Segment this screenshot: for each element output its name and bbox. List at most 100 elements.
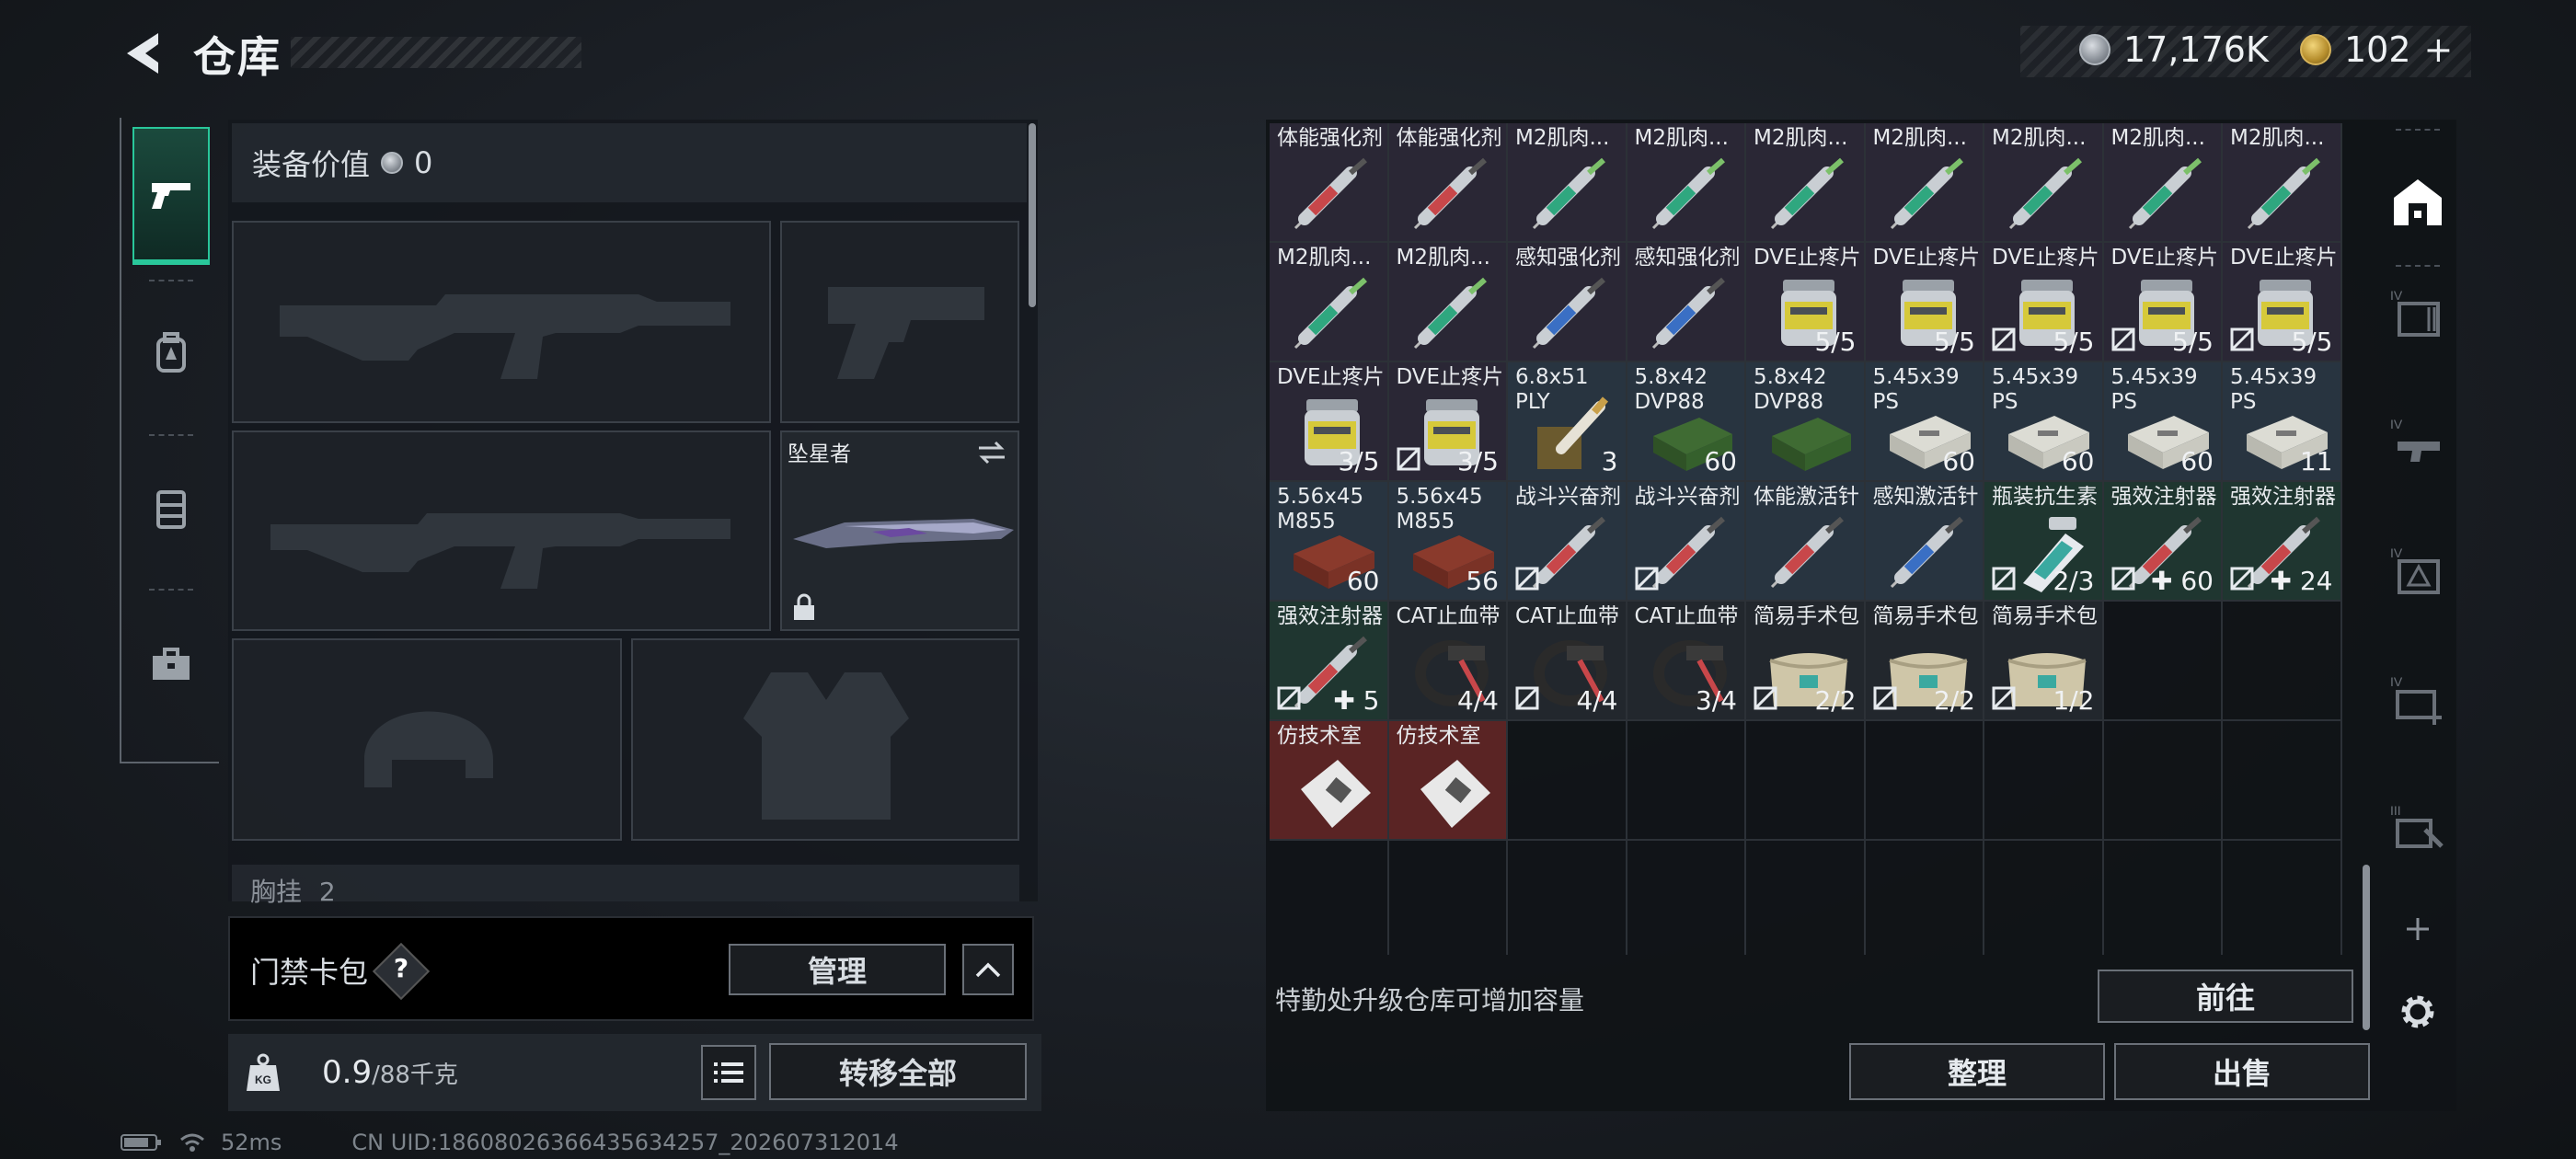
stash-item[interactable]: 简易手术包 2/2	[1746, 602, 1866, 721]
stash-item[interactable]: 感知强化剂	[1627, 243, 1746, 362]
melee-slot[interactable]: 坠星者	[780, 430, 1019, 631]
settings-button[interactable]	[2381, 975, 2455, 1049]
stash-item[interactable]: M2肌肉...	[1746, 123, 1866, 243]
equipment-value: 0	[414, 145, 433, 180]
item-name: M2肌肉...	[1992, 127, 2087, 150]
add-gold-button[interactable]: +	[2424, 29, 2454, 70]
stash-item[interactable]: 简易手术包 1/2	[1984, 602, 2104, 721]
locked-icon	[1635, 567, 1658, 591]
primary-weapon-slot-2[interactable]	[232, 430, 771, 631]
stash-item[interactable]: M2肌肉...	[1984, 123, 2104, 243]
stash-item[interactable]: 感知激活针	[1865, 482, 1984, 602]
armor-slot[interactable]	[631, 638, 1019, 841]
stash-item[interactable]: 感知强化剂	[1508, 243, 1627, 362]
stash-item[interactable]: 6.8x51 PLY 3	[1508, 362, 1627, 482]
loadout-scrollbar[interactable]	[1029, 123, 1036, 307]
swap-icon[interactable]	[975, 440, 1008, 465]
help-mark: ?	[393, 953, 409, 983]
stash-empty-slot	[1508, 721, 1627, 841]
syringe-blue-icon	[1651, 277, 1725, 350]
stash-item[interactable]: DVE止疼片 5/5	[1865, 243, 1984, 362]
tab-tier3-tools[interactable]: III	[2381, 791, 2455, 865]
stash-item[interactable]: DVE止疼片 5/5	[1984, 243, 2104, 362]
item-variant: M855	[1277, 510, 1336, 534]
tier-weapons-icon: IV	[2390, 288, 2440, 337]
stash-item[interactable]: DVE止疼片 5/5	[2103, 243, 2223, 362]
tab-tier4-gear[interactable]: IV	[2381, 405, 2455, 478]
stash-item[interactable]: 简易手术包 2/2	[1865, 602, 1984, 721]
tab-stash-main[interactable]	[2381, 166, 2455, 239]
stash-item[interactable]: 瓶装抗生素 2/3	[1984, 482, 2104, 602]
equipment-value-label: 装备价值	[252, 147, 371, 182]
tab-tier4-medical[interactable]: IV	[2381, 662, 2455, 736]
secondary-weapon-slot[interactable]	[780, 221, 1019, 423]
gold-amount: 102	[2344, 29, 2411, 70]
stash-scrollbar[interactable]	[2363, 865, 2370, 1030]
add-category-button[interactable]	[2381, 892, 2455, 966]
user-uid: CN UID:18608026366435634257_202607312014	[351, 1130, 899, 1155]
stash-item[interactable]: DVE止疼片 3/5	[1270, 362, 1389, 482]
primary-weapon-slot[interactable]	[232, 221, 771, 423]
stash-item[interactable]: 强效注射器 ✚ 60	[2103, 482, 2223, 602]
locked-icon	[1873, 686, 1896, 710]
item-count: 1/2	[2053, 685, 2095, 716]
item-name: DVE止疼片	[1992, 247, 2099, 270]
stash-item[interactable]: CAT止血带 4/4	[1388, 602, 1508, 721]
goto-button[interactable]: 前往	[2098, 970, 2353, 1023]
stash-item[interactable]: M2肌肉...	[1627, 123, 1746, 243]
stash-item[interactable]: DVE止疼片 5/5	[1746, 243, 1866, 362]
tab-backpack[interactable]	[132, 283, 210, 421]
stash-item[interactable]: M2肌肉...	[1270, 243, 1389, 362]
stash-item[interactable]: 体能强化剂	[1270, 123, 1389, 243]
stash-item[interactable]: 仿技术室	[1388, 721, 1508, 841]
stash-item[interactable]: 5.56x45 M855 56	[1388, 482, 1508, 602]
stash-item[interactable]: 强效注射器 ✚ 5	[1270, 602, 1389, 721]
vest-silhouette-icon	[743, 672, 909, 820]
item-name: 5.8x42	[1634, 366, 1708, 389]
tab-chest-rig[interactable]	[132, 440, 210, 578]
stash-item[interactable]: 强效注射器 ✚ 24	[2223, 482, 2342, 602]
sort-button[interactable]: 整理	[1849, 1043, 2105, 1100]
back-button[interactable]	[118, 26, 173, 81]
locked-icon	[2111, 327, 2134, 351]
stash-item[interactable]: 5.45x39 PS 60	[2103, 362, 2223, 482]
stash-item[interactable]: 5.45x39 PS 60	[1865, 362, 1984, 482]
stash-item[interactable]: 5.56x45 M855 60	[1270, 482, 1389, 602]
stash-item[interactable]: 5.45x39 PS 11	[2223, 362, 2342, 482]
stash-item[interactable]: CAT止血带 3/4	[1627, 602, 1746, 721]
stash-item[interactable]: 5.8x42 DVP88 60	[1627, 362, 1746, 482]
tab-case[interactable]	[132, 596, 210, 734]
stash-item[interactable]: DVE止疼片 3/5	[1388, 362, 1508, 482]
list-view-button[interactable]	[701, 1045, 756, 1100]
locked-icon	[1277, 686, 1301, 710]
gold-currency[interactable]: 102 +	[2300, 29, 2453, 70]
stash-item[interactable]: 战斗兴奋剂	[1627, 482, 1746, 602]
tab-tier4-weapons[interactable]: IV	[2381, 276, 2455, 350]
stash-item[interactable]: CAT止血带 4/4	[1508, 602, 1627, 721]
stash-item[interactable]: 战斗兴奋剂	[1508, 482, 1627, 602]
stash-item[interactable]: 体能强化剂	[1388, 123, 1508, 243]
stash-item[interactable]: M2肌肉...	[2223, 123, 2342, 243]
stash-item[interactable]: DVE止疼片 5/5	[2223, 243, 2342, 362]
stash-item[interactable]: M2肌肉...	[1508, 123, 1627, 243]
back-arrow-icon	[127, 33, 158, 74]
expand-button[interactable]	[962, 944, 1014, 995]
stash-item[interactable]: M2肌肉...	[2103, 123, 2223, 243]
stash-item[interactable]: M2肌肉...	[1388, 243, 1508, 362]
stash-item[interactable]: 5.45x39 PS 60	[1984, 362, 2104, 482]
tab-weapons[interactable]	[132, 127, 210, 265]
transfer-all-button[interactable]: 转移全部	[769, 1043, 1027, 1100]
helmet-slot[interactable]	[232, 638, 622, 841]
stash-item[interactable]: 5.8x42 DVP88	[1746, 362, 1866, 482]
chest-rig-row[interactable]: 胸挂 2	[232, 865, 1019, 907]
stash-item[interactable]: 仿技术室	[1270, 721, 1389, 841]
stash-item[interactable]: M2肌肉...	[1865, 123, 1984, 243]
tab-tier4-armor[interactable]: IV	[2381, 534, 2455, 607]
manage-button[interactable]: 管理	[729, 944, 946, 995]
sell-button[interactable]: 出售	[2114, 1043, 2370, 1100]
item-count: 4/4	[1456, 685, 1499, 716]
item-name: 瓶装抗生素	[1992, 486, 2098, 509]
item-name: 仿技术室	[1277, 725, 1362, 748]
locked-icon	[1992, 327, 2016, 351]
stash-item[interactable]: 体能激活针	[1746, 482, 1866, 602]
